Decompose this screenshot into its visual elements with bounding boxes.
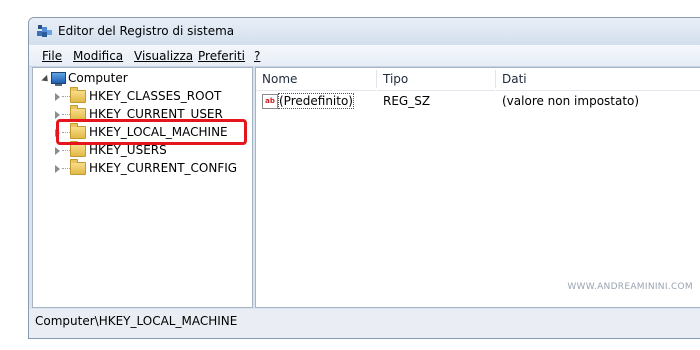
values-list-pane[interactable]: Nome Tipo Dati ab (Predefinito) REG_SZ (… (255, 67, 700, 308)
column-header-dati[interactable]: Dati (496, 68, 700, 91)
menu-file-label: File (42, 49, 63, 63)
watermark: WWW.ANDREAMININI.COM (567, 282, 693, 292)
tree-connector (62, 114, 70, 115)
value-name: (Predefinito) (278, 93, 354, 109)
tree-item-label: HKEY_CURRENT_CONFIG (89, 161, 238, 175)
column-header-nome[interactable]: Nome (256, 68, 376, 91)
folder-icon (70, 141, 86, 157)
menu-visualizza-label: Visualizza (134, 49, 194, 63)
tree-item-hkey-current-config[interactable]: HKEY_CURRENT_CONFIG (33, 159, 248, 178)
string-value-icon: ab (262, 94, 278, 109)
status-bar: Computer\HKEY_LOCAL_MACHINE (29, 309, 700, 338)
expand-arrow-icon[interactable] (55, 165, 60, 173)
tree-item-computer-label: Computer (68, 71, 128, 85)
column-header-tipo[interactable]: Tipo (377, 68, 495, 91)
menu-file[interactable]: File (42, 49, 62, 63)
tree-connector (62, 168, 70, 169)
tree-item-label: HKEY_CLASSES_ROOT (89, 89, 222, 103)
column-header-label: Tipo (383, 72, 409, 86)
menu-preferiti-label: Preferiti (198, 49, 245, 63)
tree-connector (62, 96, 70, 97)
menu-modifica[interactable]: Modifica (73, 49, 123, 63)
selection-highlight-box (56, 119, 247, 145)
tree-item-label: HKEY_USERS (89, 143, 167, 157)
column-header-label: Dati (502, 72, 527, 86)
computer-icon (51, 72, 66, 86)
window-title: Editor del Registro di sistema (58, 24, 235, 38)
menu-bar: File Modifica Visualizza Preferiti ? (29, 45, 700, 67)
menu-help[interactable]: ? (254, 49, 260, 63)
tree-item-hkey-classes-root[interactable]: HKEY_CLASSES_ROOT (33, 87, 243, 106)
column-header-label: Nome (262, 72, 298, 86)
title-bar[interactable]: Editor del Registro di sistema (29, 18, 700, 45)
menu-visualizza[interactable]: Visualizza (134, 49, 193, 63)
expand-arrow-icon[interactable] (55, 93, 60, 101)
menu-preferiti[interactable]: Preferiti (198, 49, 245, 63)
tree-connector (62, 150, 70, 151)
folder-icon (70, 159, 86, 175)
value-data: (valore non impostato) (502, 94, 640, 108)
menu-help-label: ? (254, 49, 261, 63)
status-path: Computer\HKEY_LOCAL_MACHINE (35, 314, 238, 328)
menu-modifica-label: Modifica (73, 49, 124, 63)
expand-arrow-icon[interactable] (55, 111, 60, 119)
value-type: REG_SZ (383, 94, 431, 108)
registry-editor-icon (37, 25, 52, 37)
table-row[interactable]: ab (Predefinito) REG_SZ (valore non impo… (256, 92, 696, 110)
expand-arrow-icon[interactable] (55, 147, 60, 155)
tree-pane[interactable]: Computer HKEY_CLASSES_ROOT HKEY_CURRENT_… (32, 67, 253, 308)
folder-icon (70, 87, 86, 103)
tree-item-computer[interactable]: Computer (33, 70, 233, 88)
collapse-arrow-icon[interactable] (41, 74, 51, 85)
registry-editor-window: Editor del Registro di sistema File Modi… (28, 17, 700, 339)
